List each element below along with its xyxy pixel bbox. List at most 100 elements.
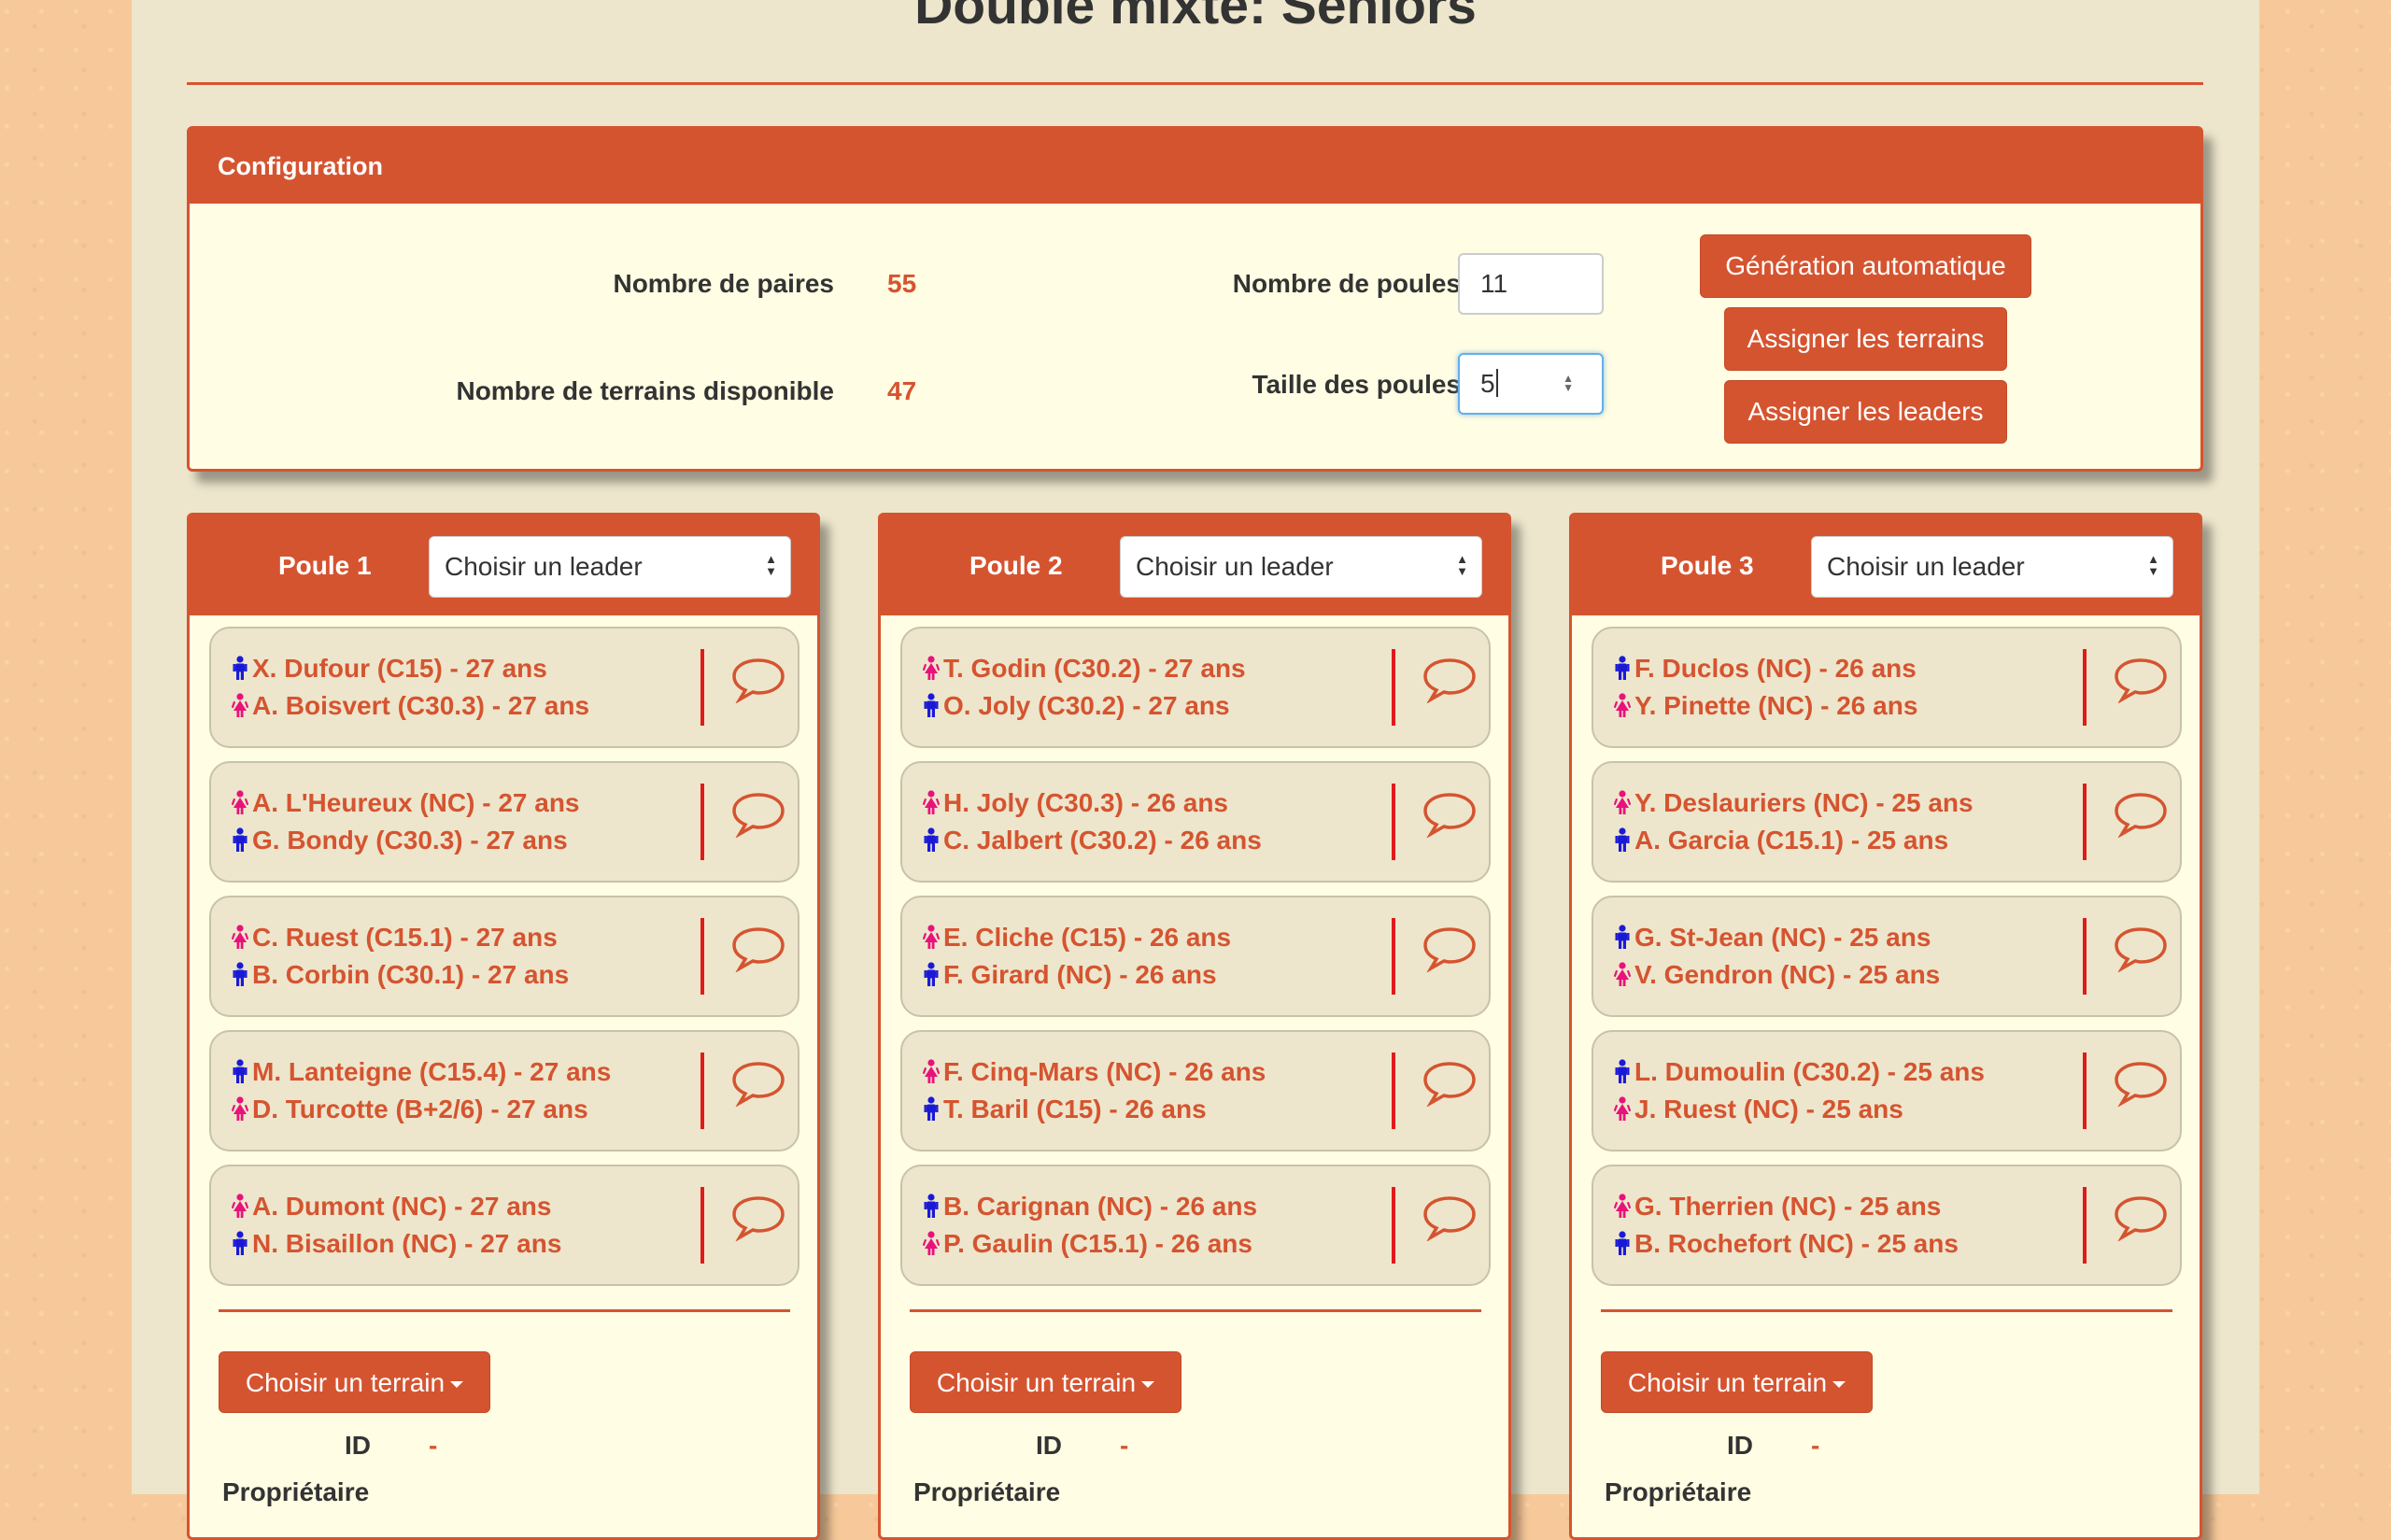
pair-divider <box>700 1187 704 1264</box>
proprietaire-label: Propriétaire <box>1605 1477 1752 1506</box>
generation-automatique-button[interactable]: Génération automatique <box>1700 234 2031 298</box>
pair-divider <box>700 918 704 995</box>
player-name: M. Lanteigne (C15.4) - 27 ans <box>252 1057 612 1086</box>
player-name: E. Cliche (C15) - 26 ans <box>943 923 1232 952</box>
pair-card[interactable]: E. Cliche (C15) - 26 ans F. Girard (NC) -… <box>900 896 1491 1017</box>
player-name: G. Therrien (NC) - 25 ans <box>1634 1192 1942 1221</box>
male-icon <box>1614 1231 1631 1255</box>
terrains-label: Nombre de terrains disponible <box>456 376 834 405</box>
player-name: F. Duclos (NC) - 26 ans <box>1634 654 1917 683</box>
pair-card[interactable]: M. Lanteigne (C15.4) - 27 ans D. Turcotte… <box>209 1030 799 1151</box>
poule-divider <box>1601 1309 2172 1312</box>
player-name: B. Rochefort (NC) - 25 ans <box>1634 1229 1959 1258</box>
comment-icon[interactable] <box>730 1058 786 1108</box>
poule-header: Poule 3 Choisir un leader ▲ ▼ <box>1572 516 2200 615</box>
pair-card[interactable]: G. St-Jean (NC) - 25 ans V. Gendron (NC) … <box>1592 896 2182 1017</box>
player-entry: X. Dufour (C15) - 27 ans <box>232 653 547 685</box>
comment-icon[interactable] <box>2113 1193 2169 1242</box>
pair-divider <box>2083 649 2087 726</box>
caret-down-icon <box>1141 1381 1155 1388</box>
paires-label: Nombre de paires <box>613 269 834 298</box>
pair-card[interactable]: H. Joly (C30.3) - 26 ans C. Jalbert (C30.… <box>900 761 1491 883</box>
comment-icon[interactable] <box>1422 924 1478 973</box>
pair-card[interactable]: A. L'Heureux (NC) - 27 ans G. Bondy (C30.… <box>209 761 799 883</box>
assigner-leaders-button[interactable]: Assigner les leaders <box>1724 380 2007 444</box>
player-name: V. Gendron (NC) - 25 ans <box>1634 960 1941 989</box>
player-entry: O. Joly (C30.2) - 27 ans <box>923 690 1230 722</box>
assigner-terrains-button[interactable]: Assigner les terrains <box>1724 307 2007 371</box>
player-entry: B. Rochefort (NC) - 25 ans <box>1614 1228 1959 1260</box>
player-name: A. L'Heureux (NC) - 27 ans <box>252 788 580 817</box>
taille-input[interactable]: 5 ▲ ▼ <box>1458 353 1604 415</box>
pair-card[interactable]: F. Cinq-Mars (NC) - 26 ans T. Baril (C15)… <box>900 1030 1491 1151</box>
terrain-id-label: ID <box>1036 1431 1062 1460</box>
female-icon <box>922 925 941 949</box>
comment-icon[interactable] <box>1422 789 1478 839</box>
leader-select[interactable]: Choisir un leader ▲ ▼ <box>1811 536 2173 598</box>
comment-icon[interactable] <box>730 924 786 973</box>
pair-divider <box>1392 1053 1395 1129</box>
pair-card[interactable]: A. Dumont (NC) - 27 ans N. Bisaillon (NC)… <box>209 1165 799 1286</box>
pair-card[interactable]: F. Duclos (NC) - 26 ans Y. Pinette (NC) -… <box>1592 627 2182 748</box>
pair-divider <box>700 1053 704 1129</box>
female-icon <box>1613 790 1632 814</box>
comment-icon[interactable] <box>2113 789 2169 839</box>
comment-icon[interactable] <box>2113 924 2169 973</box>
comment-icon[interactable] <box>1422 1058 1478 1108</box>
choisir-terrain-button[interactable]: Choisir un terrain <box>1601 1351 1873 1413</box>
player-entry: L. Dumoulin (C30.2) - 25 ans <box>1614 1056 1985 1088</box>
pair-card[interactable]: G. Therrien (NC) - 25 ans B. Rochefort (N… <box>1592 1165 2182 1286</box>
male-icon <box>1614 656 1631 680</box>
poules-input[interactable]: 11 <box>1458 253 1604 315</box>
player-name: F. Cinq-Mars (NC) - 26 ans <box>943 1057 1266 1086</box>
number-spinner-icon[interactable]: ▲ ▼ <box>1563 373 1574 393</box>
player-entry: A. Garcia (C15.1) - 25 ans <box>1614 825 1948 856</box>
poules-label: Nombre de poules <box>1232 269 1461 298</box>
female-icon <box>922 1231 941 1255</box>
choisir-terrain-button[interactable]: Choisir un terrain <box>219 1351 490 1413</box>
pair-card[interactable]: T. Godin (C30.2) - 27 ans O. Joly (C30.2)… <box>900 627 1491 748</box>
player-entry: P. Gaulin (C15.1) - 26 ans <box>922 1228 1252 1260</box>
pair-divider <box>2083 1053 2087 1129</box>
terrain-id-value: - <box>429 1431 438 1460</box>
text-cursor <box>1495 369 1498 397</box>
female-icon <box>231 693 249 717</box>
player-name: H. Joly (C30.3) - 26 ans <box>943 788 1229 817</box>
pair-card[interactable]: Y. Deslauriers (NC) - 25 ans A. Garcia (C… <box>1592 761 2182 883</box>
comment-icon[interactable] <box>1422 655 1478 704</box>
pair-divider <box>2083 1187 2087 1264</box>
leader-select-label: Choisir un leader <box>1827 552 2025 581</box>
poule-title: Poule 2 <box>969 551 1063 580</box>
player-entry: F. Duclos (NC) - 26 ans <box>1614 653 1917 685</box>
female-icon <box>231 1096 249 1121</box>
pair-card[interactable]: X. Dufour (C15) - 27 ans A. Boisvert (C30… <box>209 627 799 748</box>
poules-input-value: 11 <box>1480 269 1508 298</box>
male-icon <box>923 962 940 986</box>
male-icon <box>1614 925 1631 949</box>
comment-icon[interactable] <box>1422 1193 1478 1242</box>
terrain-id-value: - <box>1120 1431 1129 1460</box>
leader-select[interactable]: Choisir un leader ▲ ▼ <box>429 536 791 598</box>
leader-select[interactable]: Choisir un leader ▲ ▼ <box>1120 536 1482 598</box>
female-icon <box>922 790 941 814</box>
player-entry: B. Carignan (NC) - 26 ans <box>923 1191 1257 1222</box>
comment-icon[interactable] <box>730 789 786 839</box>
player-name: B. Corbin (C30.1) - 27 ans <box>252 960 570 989</box>
comment-icon[interactable] <box>2113 1058 2169 1108</box>
pair-card[interactable]: B. Carignan (NC) - 26 ans P. Gaulin (C15.… <box>900 1165 1491 1286</box>
leader-select-label: Choisir un leader <box>1136 552 1334 581</box>
player-entry: F. Girard (NC) - 26 ans <box>923 959 1217 991</box>
comment-icon[interactable] <box>2113 655 2169 704</box>
configuration-header: Configuration <box>190 129 2200 204</box>
player-name: B. Carignan (NC) - 26 ans <box>943 1192 1258 1221</box>
pair-card[interactable]: C. Ruest (C15.1) - 27 ans B. Corbin (C30.… <box>209 896 799 1017</box>
comment-icon[interactable] <box>730 1193 786 1242</box>
pair-card[interactable]: L. Dumoulin (C30.2) - 25 ans J. Ruest (NC… <box>1592 1030 2182 1151</box>
caret-down-icon <box>1832 1381 1846 1388</box>
choisir-terrain-button[interactable]: Choisir un terrain <box>910 1351 1181 1413</box>
male-icon <box>923 693 940 717</box>
player-name: T. Baril (C15) - 26 ans <box>943 1095 1207 1123</box>
comment-icon[interactable] <box>730 655 786 704</box>
poule-divider <box>910 1309 1481 1312</box>
pair-divider <box>700 649 704 726</box>
